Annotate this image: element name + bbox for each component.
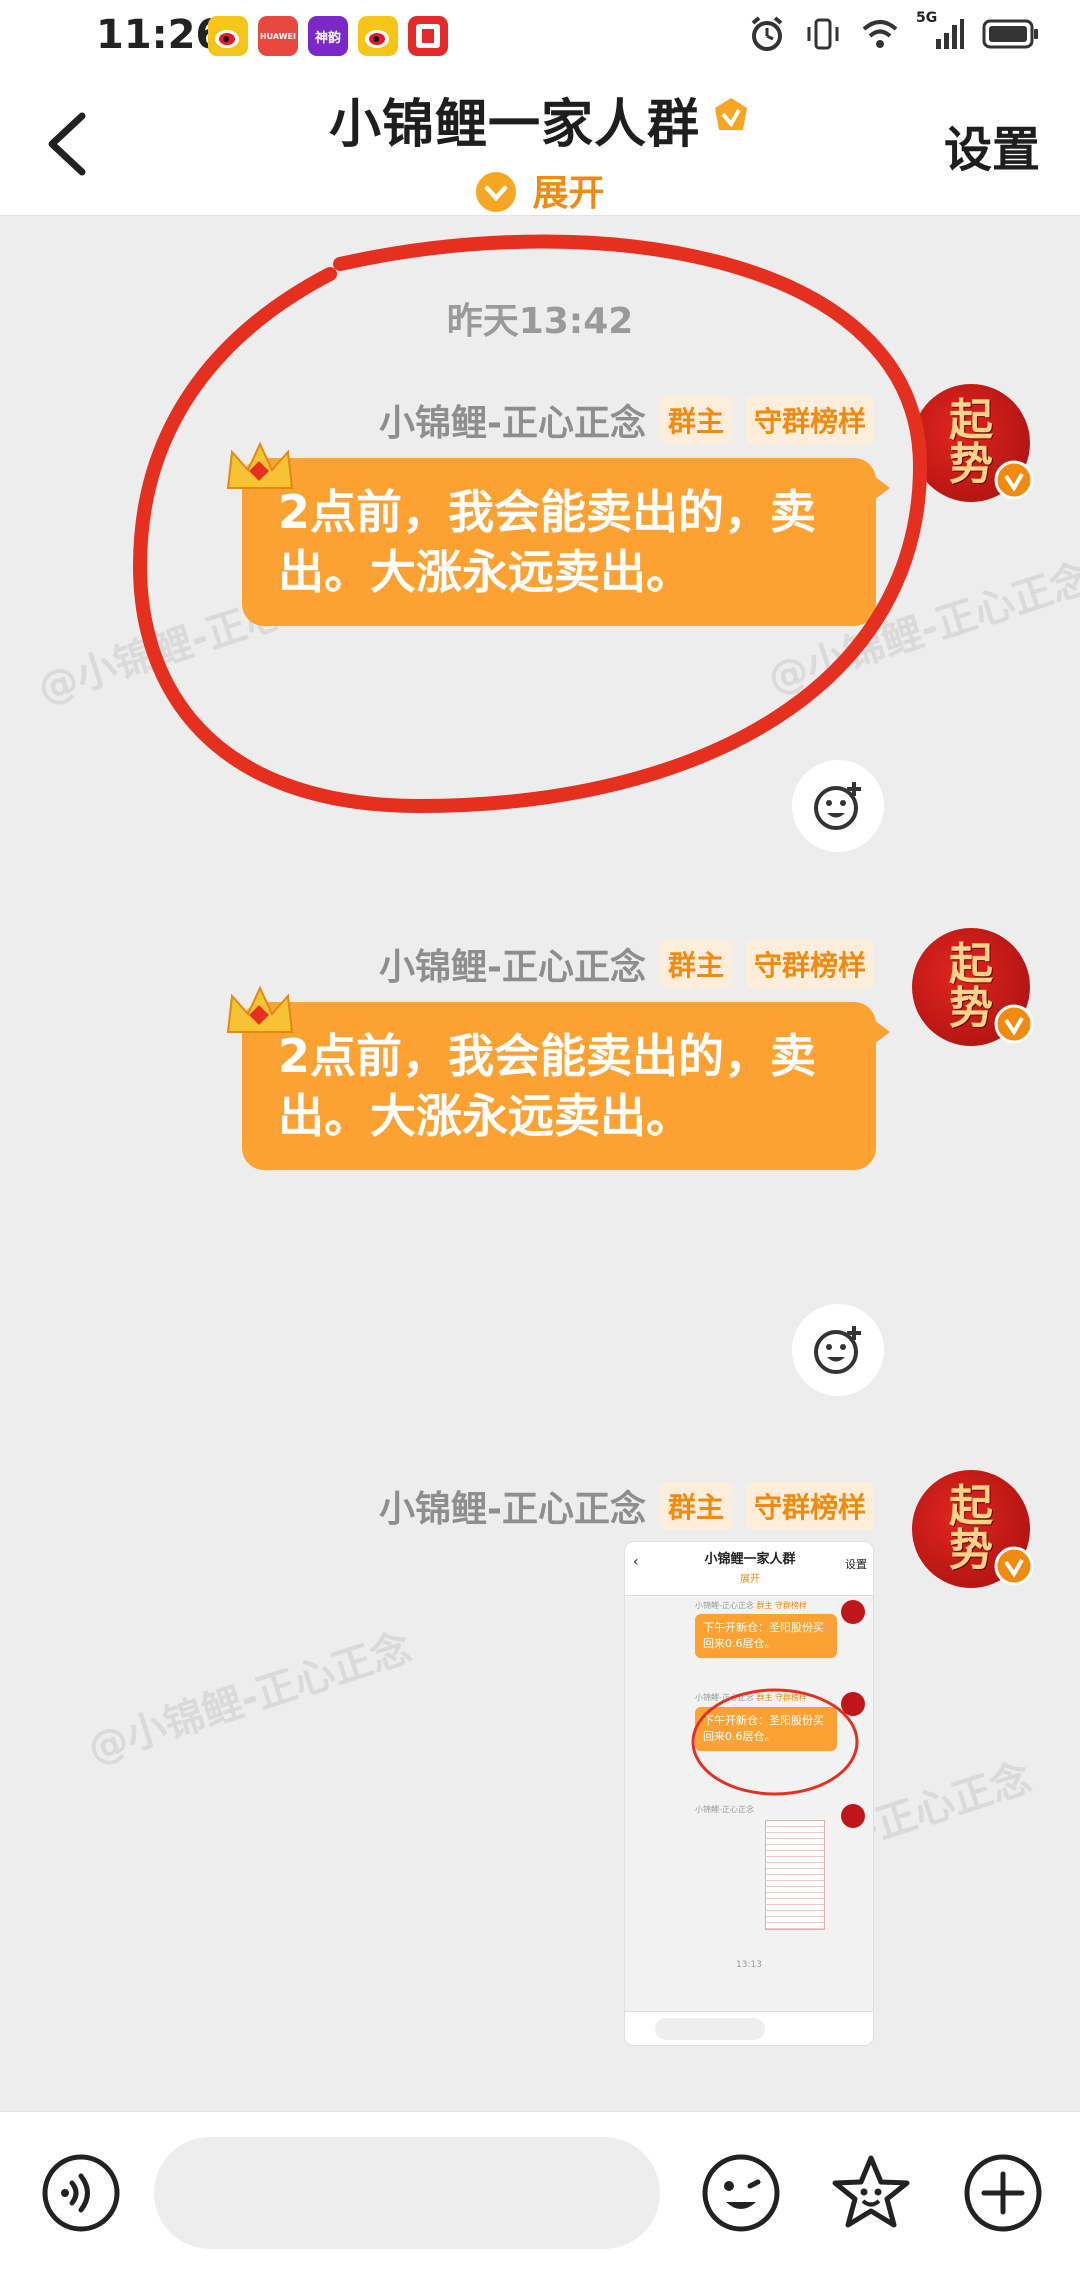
thumb-table-image [765,1820,825,1930]
thumb-avatar [841,1600,865,1624]
message-input[interactable] [154,2137,660,2249]
sender-name[interactable]: 小锦鲤-正心正念 [379,1480,646,1532]
role-tag: 守群榜样 [745,940,874,988]
thumb-settings: 设置 [845,1558,867,1571]
thumb-expand: 展开 [740,1574,760,1585]
sender-row: 小锦鲤-正心正念 群主 守群榜样 [379,1480,874,1532]
thumb-header: 小锦鲤一家人群 展开 设置 ‹ [625,1542,873,1596]
status-indicators: 5G [748,10,1040,54]
thumb-bubble: 下午开新仓：圣阳股份买回来0.6层仓。 [695,1614,837,1658]
emoji-button[interactable] [700,2152,782,2234]
plus-button[interactable] [962,2152,1044,2234]
message-text: 2点前，我会能卖出的，卖出。大涨永远卖出。 [278,485,817,599]
avatar-text: 起势 [949,1481,993,1576]
image-message[interactable]: 小锦鲤一家人群 展开 设置 ‹ 小锦鲤-正心正念 群主 守群榜样 下午开新仓：圣… [624,1541,874,2046]
verified-v-icon [994,460,1034,500]
signal-icon: 5G [916,10,964,54]
thumb-time: 13:13 [736,1960,762,1970]
verified-v-icon [994,1546,1034,1586]
expand-toggle[interactable]: 展开 [0,164,1080,216]
thumb-sender: 小锦鲤-正心正念 群主 守群榜样 [695,1601,807,1610]
emoji-add-icon [814,1326,861,1374]
voice-button[interactable] [40,2152,122,2234]
sender-name[interactable]: 小锦鲤-正心正念 [379,394,646,446]
emoji-icon [702,2154,780,2232]
vibrate-icon [804,14,842,54]
sender-row: 小锦鲤-正心正念 群主 守群榜样 [379,394,874,446]
group-title[interactable]: 小锦鲤一家人群 [329,95,700,155]
chevron-down-circle-icon [476,172,517,212]
weibo-icon [208,16,248,56]
watermark: @小锦鲤-正心正念 [82,1624,417,1773]
message-text: 2点前，我会能卖出的，卖出。大涨永远卖出。 [278,1029,817,1143]
input-bar [0,2111,1080,2280]
thumb-back-icon: ‹ [633,1554,639,1570]
voice-icon [42,2154,120,2232]
message-bubble[interactable]: 2点前，我会能卖出的，卖出。大涨永远卖出。 [226,985,890,1170]
thumb-avatar [841,1804,865,1828]
huawei-icon: HUAWEI [258,16,298,56]
sender-name[interactable]: 小锦鲤-正心正念 [379,938,646,990]
wifi-icon [860,14,898,54]
avatar[interactable]: 起势 [912,928,1034,1046]
thumb-sender: 小锦鲤-正心正念 [695,1805,754,1814]
verified-v-icon [994,1004,1034,1044]
sticker-icon [832,2155,910,2228]
avatar[interactable]: 起势 [912,1470,1034,1588]
owner-tag: 群主 [659,940,732,988]
verified-badge-icon [715,98,748,130]
role-tag: 守群榜样 [745,396,874,444]
alarm-icon [748,14,786,54]
network-label: 5G [916,10,938,26]
avatar-text: 起势 [949,395,993,490]
status-app-icons: HUAWEI 神韵 [208,16,448,56]
avatar-text: 起势 [949,939,993,1034]
calendar-icon [408,16,448,56]
thumb-title: 小锦鲤一家人群 [704,1552,796,1567]
thumb-annotation-circle [691,1688,859,1796]
weibo-icon [358,16,398,56]
add-reaction-button[interactable] [792,1304,884,1396]
status-time: 11:26 [96,12,224,58]
message-bubble[interactable]: 2点前，我会能卖出的，卖出。大涨永远卖出。 [226,441,890,626]
chat-area[interactable]: @小锦鲤-正心正念 @小锦鲤-正心正念 @小锦鲤-正心正念 @小锦鲤-正心正念 … [0,216,1080,2111]
crown-icon [226,985,294,1033]
settings-button[interactable]: 设置 [944,110,1040,180]
chat-header: 小锦鲤一家人群 展开 设置 [0,74,1080,216]
owner-tag: 群主 [659,396,732,444]
shenxing-icon: 神韵 [308,16,348,56]
sender-row: 小锦鲤-正心正念 群主 守群榜样 [379,938,874,990]
role-tag: 守群榜样 [745,1482,874,1530]
expand-label: 展开 [532,173,605,214]
battery-icon [982,14,1040,54]
thumb-input-bar [625,2011,873,2045]
status-bar: 11:26 HUAWEI 神韵 5G [0,0,1080,74]
message-timestamp: 昨天13:42 [446,301,634,342]
owner-tag: 群主 [659,1482,732,1530]
avatar[interactable]: 起势 [912,384,1034,502]
sticker-button[interactable] [830,2152,912,2234]
plus-icon [964,2154,1042,2232]
add-reaction-button[interactable] [792,760,884,852]
emoji-add-icon [814,782,861,830]
title-row: 小锦鲤一家人群 [0,82,1080,157]
crown-icon [226,441,294,489]
